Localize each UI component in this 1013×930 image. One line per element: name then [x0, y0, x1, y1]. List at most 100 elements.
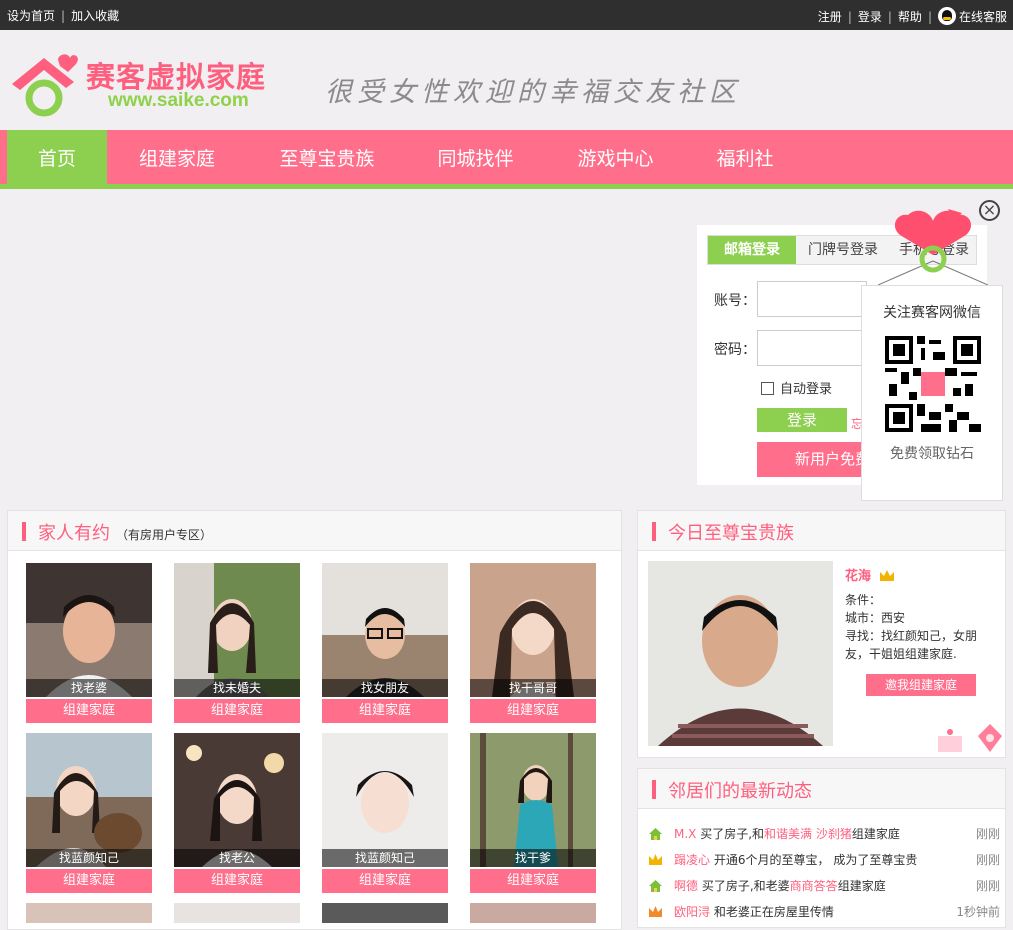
member-photo[interactable] [470, 733, 596, 867]
set-home-link[interactable]: 设为首页 [7, 9, 55, 23]
feed-time: 1秒钟前 [956, 905, 1000, 919]
build-family-button[interactable]: 组建家庭 [174, 869, 300, 893]
nav-games[interactable]: 游戏中心 [558, 130, 673, 189]
feed-user[interactable]: M.X [674, 827, 696, 841]
member-card[interactable]: 找老婆 组建家庭 [26, 563, 152, 723]
nav-home[interactable]: 首页 [7, 130, 107, 189]
auto-login-checkbox[interactable] [761, 382, 774, 395]
slogan: 很受女性欢迎的幸福交友社区 [325, 77, 741, 108]
family-panel: 家人有约 （有房用户专区） 找老婆 组建家庭 找未婚夫 组建家庭 找女朋友 组建家… [7, 510, 622, 930]
member-card[interactable]: 找老公 组建家庭 [174, 733, 300, 893]
nav-local-match[interactable]: 同城找伴 [418, 130, 533, 189]
member-photo[interactable] [174, 733, 300, 867]
close-icon[interactable]: × [979, 200, 1000, 221]
tab-email-login[interactable]: 邮箱登录 [708, 236, 796, 264]
feed-target[interactable]: 和谐美满 沙刹猪 [764, 827, 852, 841]
nav-build-family[interactable]: 组建家庭 [117, 130, 237, 189]
member-photo-partial[interactable] [26, 903, 152, 923]
house-logo-icon[interactable] [8, 52, 78, 118]
register-link[interactable]: 注册 [818, 10, 842, 24]
account-input[interactable] [757, 281, 867, 317]
wechat-popup: 关注赛客网微信 免费领取钻石 [861, 285, 1003, 501]
feed-time: 刚刚 [975, 879, 1000, 893]
qq-icon [937, 7, 956, 25]
member-card[interactable]: 找女朋友 组建家庭 [322, 563, 448, 723]
build-family-button[interactable]: 组建家庭 [26, 699, 152, 723]
vip-city: 城市：西安 [845, 611, 906, 625]
register-button[interactable]: 新用户免费注册 [757, 442, 867, 477]
build-family-button[interactable]: 组建家庭 [322, 869, 448, 893]
bookmark-link[interactable]: 加入收藏 [71, 9, 119, 23]
tab-door-login[interactable]: 门牌号登录 [798, 236, 888, 264]
help-link[interactable]: 帮助 [898, 10, 922, 24]
nav-welfare[interactable]: 福利社 [695, 130, 795, 189]
member-photo[interactable] [322, 563, 448, 697]
member-caption: 找未婚夫 [174, 679, 300, 697]
login-link[interactable]: 登录 [858, 10, 882, 24]
build-family-button[interactable]: 组建家庭 [470, 699, 596, 723]
online-service-link[interactable]: 在线客服 [959, 10, 1007, 24]
password-input[interactable] [757, 330, 867, 366]
nav-vip[interactable]: 至尊宝贵族 [262, 130, 392, 189]
member-card[interactable]: 找蓝颜知己 组建家庭 [26, 733, 152, 893]
member-card[interactable]: 找干哥哥 组建家庭 [470, 563, 596, 723]
vip-title: 今日至尊宝贵族 [668, 523, 794, 544]
house-icon [649, 828, 662, 840]
invite-family-button[interactable]: 邀我组建家庭 [866, 674, 976, 696]
flower-decoration-icon [938, 724, 1002, 752]
feed-user[interactable]: 蹋凌心 [674, 853, 710, 867]
member-card[interactable]: 找未婚夫 组建家庭 [174, 563, 300, 723]
crown-icon [649, 906, 662, 917]
top-bar: 设为首页 | 加入收藏 注册 | 登录 | 帮助 | 在线客服 [0, 0, 1013, 30]
member-photo[interactable] [26, 563, 152, 697]
wechat-subtitle: 免费领取钻石 [890, 446, 974, 462]
vip-name[interactable]: 花海 [845, 565, 895, 584]
member-card[interactable]: 找干爹 组建家庭 [470, 733, 596, 893]
main-nav: 首页 组建家庭 至尊宝贵族 同城找伴 游戏中心 福利社 [0, 130, 1013, 189]
password-label: 密码： [714, 342, 756, 358]
build-family-button[interactable]: 组建家庭 [470, 869, 596, 893]
feed-time: 刚刚 [975, 853, 1000, 867]
build-family-button[interactable]: 组建家庭 [322, 699, 448, 723]
member-photo-partial[interactable] [174, 903, 300, 923]
qr-code-icon [885, 336, 981, 432]
feed-time: 刚刚 [975, 827, 1000, 841]
member-photo[interactable] [26, 733, 152, 867]
vip-panel: 今日至尊宝贵族 花海 条件： 城市：西安 寻找：找红颜知己，女朋友，干姐姐组建家… [637, 510, 1006, 758]
member-photo[interactable] [470, 563, 596, 697]
feed-user[interactable]: 啊德 [674, 879, 698, 893]
brand-url: www.saike.com [108, 90, 249, 111]
member-photo-partial[interactable] [322, 903, 448, 923]
feed-row: 啊德 买了房子,和老婆商商答答组建家庭 刚刚 [648, 875, 1000, 897]
crown-icon [649, 854, 662, 865]
feed-row: M.X 买了房子,和和谐美满 沙刹猪组建家庭 刚刚 [648, 823, 1000, 845]
member-photo[interactable] [322, 733, 448, 867]
member-caption: 找干哥哥 [470, 679, 596, 697]
member-card[interactable]: 找蓝颜知己 组建家庭 [322, 733, 448, 893]
wechat-heart-icon [878, 209, 988, 286]
vip-info: 条件： 城市：西安 寻找：找红颜知己，女朋友，干姐姐组建家庭. [845, 591, 993, 663]
member-caption: 找女朋友 [322, 679, 448, 697]
feed-row: 蹋凌心 开通6个月的至尊宝， 成为了至尊宝贵 刚刚 [648, 849, 1000, 871]
feed-target[interactable]: 商商答答 [790, 879, 838, 893]
vip-photo[interactable] [648, 561, 833, 746]
auto-login-label: 自动登录 [780, 382, 833, 397]
member-photo-partial[interactable] [470, 903, 596, 923]
build-family-button[interactable]: 组建家庭 [174, 699, 300, 723]
vip-seeking: 寻找：找红颜知己，女朋友，干姐姐组建家庭. [845, 629, 978, 661]
wechat-title: 关注赛客网微信 [883, 305, 981, 321]
member-caption: 找蓝颜知己 [322, 849, 448, 867]
feed-panel-header: 邻居们的最新动态 [638, 769, 1005, 809]
vip-condition: 条件： [845, 593, 882, 607]
member-caption: 找老婆 [26, 679, 152, 697]
member-caption: 找老公 [174, 849, 300, 867]
build-family-button[interactable]: 组建家庭 [26, 869, 152, 893]
feed-panel: 邻居们的最新动态 M.X 买了房子,和和谐美满 沙刹猪组建家庭 刚刚 蹋凌心 开… [637, 768, 1006, 928]
login-button[interactable]: 登录 [757, 408, 847, 432]
feed-user[interactable]: 欧阳浔 [674, 905, 710, 919]
member-caption: 找蓝颜知己 [26, 849, 152, 867]
crown-icon [880, 570, 895, 581]
feed-title: 邻居们的最新动态 [668, 781, 812, 802]
family-title: 家人有约 [38, 523, 110, 544]
member-photo[interactable] [174, 563, 300, 697]
